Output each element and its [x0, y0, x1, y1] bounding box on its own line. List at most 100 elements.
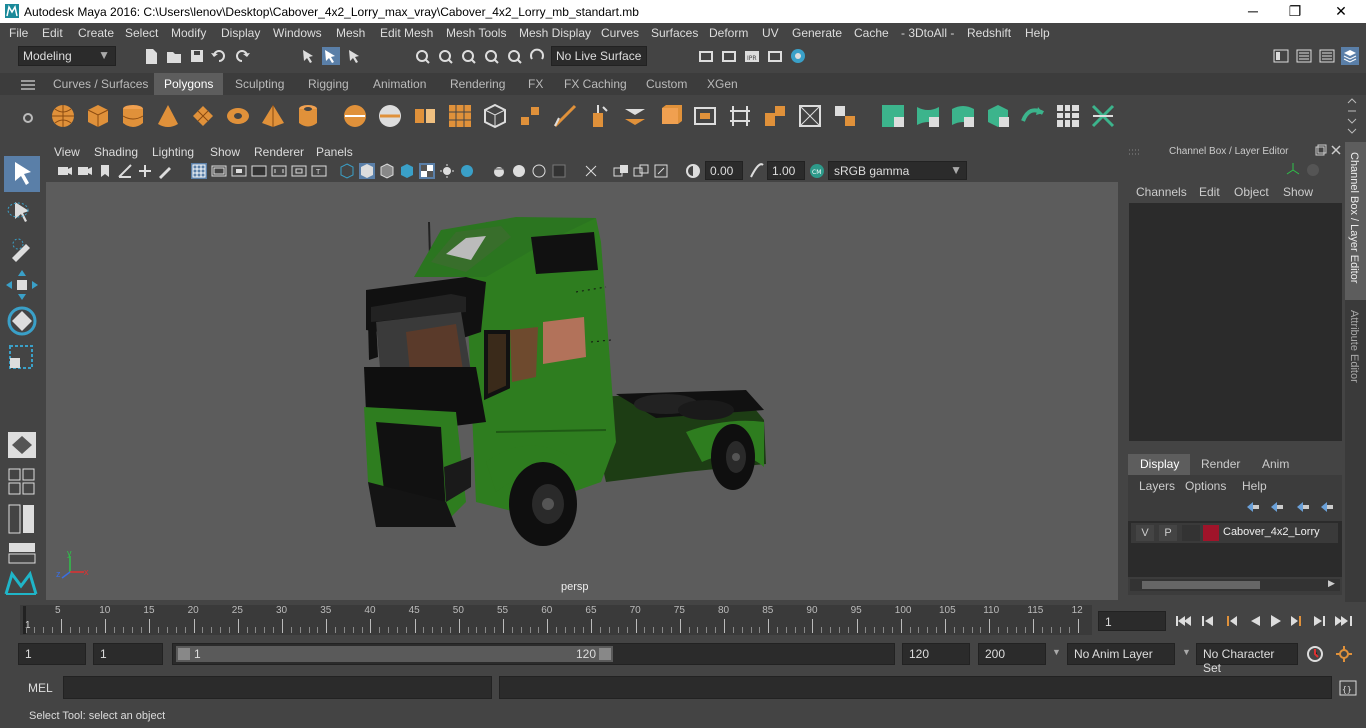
merge-icon[interactable]	[832, 103, 858, 129]
show-menu[interactable]: Show	[1283, 185, 1313, 199]
poly-plane-icon[interactable]	[190, 103, 216, 129]
ambient-occlusion-icon[interactable]	[459, 163, 475, 179]
playback-start-field[interactable]: 1	[93, 643, 163, 665]
wireframe-on-shaded-icon[interactable]	[379, 163, 395, 179]
start-time-field[interactable]: 1	[18, 643, 86, 665]
grid-toggle-icon[interactable]	[191, 163, 207, 179]
vp-menu-panels[interactable]: Panels	[316, 145, 353, 159]
tab-anim[interactable]: Anim	[1262, 457, 1289, 471]
range-slider-track[interactable]: 1 120	[172, 643, 895, 665]
step-forward-icon[interactable]	[1314, 616, 1325, 626]
end-time-field[interactable]: 200	[978, 643, 1046, 665]
vp-menu-renderer[interactable]: Renderer	[254, 145, 304, 159]
shadows-icon[interactable]	[439, 163, 455, 179]
menu-generate[interactable]: Generate	[792, 26, 842, 40]
perspective-viewport[interactable]: y x z persp	[46, 182, 1118, 600]
mel-input[interactable]	[63, 676, 492, 699]
range-slider-handle[interactable]: 1 120	[176, 646, 613, 662]
shelf-menu-icon[interactable]	[21, 80, 35, 90]
attribute-editor-side-tab[interactable]: Attribute Editor	[1348, 310, 1360, 383]
options-menu[interactable]: Options	[1185, 479, 1226, 493]
film-gate-icon[interactable]	[211, 163, 227, 179]
layer-visibility-toggle[interactable]: V	[1136, 525, 1154, 541]
script-editor-icon[interactable]: {}	[1338, 679, 1358, 697]
lasso-tool-icon[interactable]	[4, 196, 40, 230]
menu-edit-mesh[interactable]: Edit Mesh	[380, 26, 433, 40]
vp-menu-view[interactable]: View	[54, 145, 80, 159]
xray-components-icon[interactable]	[633, 163, 649, 179]
vp-menu-shading[interactable]: Shading	[94, 145, 138, 159]
new-scene-icon[interactable]	[142, 47, 160, 65]
chevron-down-icon[interactable]: ▼	[1182, 647, 1191, 657]
mirror-icon[interactable]	[412, 103, 438, 129]
layer-row[interactable]: V P Cabover_4x2_Lorry	[1131, 523, 1338, 543]
combine-icon[interactable]	[342, 103, 368, 129]
render-settings-icon[interactable]	[766, 47, 784, 65]
snap-curve-icon[interactable]	[436, 47, 454, 65]
workspace-layout-icon[interactable]	[1272, 47, 1290, 65]
redo-icon[interactable]	[233, 47, 251, 65]
menu-modify[interactable]: Modify	[171, 26, 206, 40]
insert-edge-loop-icon[interactable]	[762, 103, 788, 129]
poly-pipe-icon[interactable]	[295, 103, 321, 129]
uv-cylindrical-icon[interactable]	[915, 103, 941, 129]
layer-playback-toggle[interactable]: P	[1159, 525, 1177, 541]
shelf-tab-rendering[interactable]: Rendering	[440, 73, 515, 95]
grease-pencil-icon[interactable]	[157, 163, 173, 179]
shelf-settings-icon[interactable]	[21, 111, 35, 125]
open-scene-icon[interactable]	[165, 47, 183, 65]
exposure-icon[interactable]	[685, 163, 701, 179]
tab-display[interactable]: Display	[1128, 454, 1190, 475]
menu-windows[interactable]: Windows	[273, 26, 322, 40]
show-tool-settings-icon[interactable]	[1318, 47, 1336, 65]
safe-title-icon[interactable]: T	[311, 163, 327, 179]
show-channel-box-icon[interactable]	[1341, 47, 1359, 65]
menu-3dtoall[interactable]: - 3DtoAll -	[901, 26, 954, 40]
smooth-icon[interactable]	[447, 103, 473, 129]
poly-cube-icon[interactable]	[85, 103, 111, 129]
menu-curves[interactable]: Curves	[601, 26, 639, 40]
playback-end-field[interactable]: 120	[902, 643, 970, 665]
play-backwards-icon[interactable]	[1251, 616, 1260, 626]
shelf-tab-custom[interactable]: Custom	[636, 73, 697, 95]
minimize-button[interactable]: ─	[1230, 0, 1276, 23]
shelf-tab-rigging[interactable]: Rigging	[298, 73, 359, 95]
isolate-select-icon[interactable]	[551, 163, 567, 179]
four-view-layout-icon[interactable]	[8, 468, 36, 496]
mel-label[interactable]: MEL	[28, 681, 53, 695]
motion-blur-icon[interactable]	[491, 163, 507, 179]
poly-cone-icon[interactable]	[155, 103, 181, 129]
truck-model[interactable]	[46, 182, 1118, 600]
vp-menu-lighting[interactable]: Lighting	[152, 145, 194, 159]
poly-cylinder-icon[interactable]	[120, 103, 146, 129]
move-layer-up-icon[interactable]	[1246, 501, 1260, 513]
menu-mesh-display[interactable]: Mesh Display	[519, 26, 591, 40]
object-menu[interactable]: Object	[1234, 185, 1269, 199]
multi-cut-icon[interactable]	[552, 103, 578, 129]
uv-editor-icon[interactable]	[1055, 103, 1081, 129]
close-button[interactable]: ✕	[1318, 0, 1364, 23]
use-all-lights-icon[interactable]	[419, 163, 435, 179]
view-transform-dropdown[interactable]: sRGB gamma ▼	[828, 161, 967, 180]
camera-attributes-icon[interactable]	[77, 163, 93, 179]
scroll-right-icon[interactable]: ▶	[1328, 578, 1335, 589]
chevron-down-icon[interactable]: ▼	[1052, 647, 1061, 657]
layer-scrollbar-thumb[interactable]	[1142, 581, 1260, 589]
time-slider-track[interactable]: 1 5 10 15 20 25 30 35 40 45 50 55 60 65 70 75 80 85 90 95 1…	[20, 605, 1092, 635]
edit-menu[interactable]: Edit	[1199, 185, 1220, 199]
xray-joints-icon[interactable]	[613, 163, 629, 179]
image-plane-icon[interactable]	[117, 163, 133, 179]
step-back-icon[interactable]	[1202, 616, 1213, 626]
menu-mesh[interactable]: Mesh	[336, 26, 365, 40]
gamma-icon[interactable]	[749, 163, 765, 179]
snap-point-icon[interactable]	[459, 47, 477, 65]
move-tool-icon[interactable]	[4, 268, 40, 302]
menu-display[interactable]: Display	[221, 26, 260, 40]
fill-hole-icon[interactable]	[692, 103, 718, 129]
new-layer-selected-icon[interactable]	[1320, 501, 1334, 513]
extrude-icon[interactable]	[587, 103, 613, 129]
range-end-grip[interactable]	[599, 648, 611, 660]
bevel-icon[interactable]	[657, 103, 683, 129]
extract-icon[interactable]	[517, 103, 543, 129]
select-object-icon[interactable]	[322, 47, 340, 65]
